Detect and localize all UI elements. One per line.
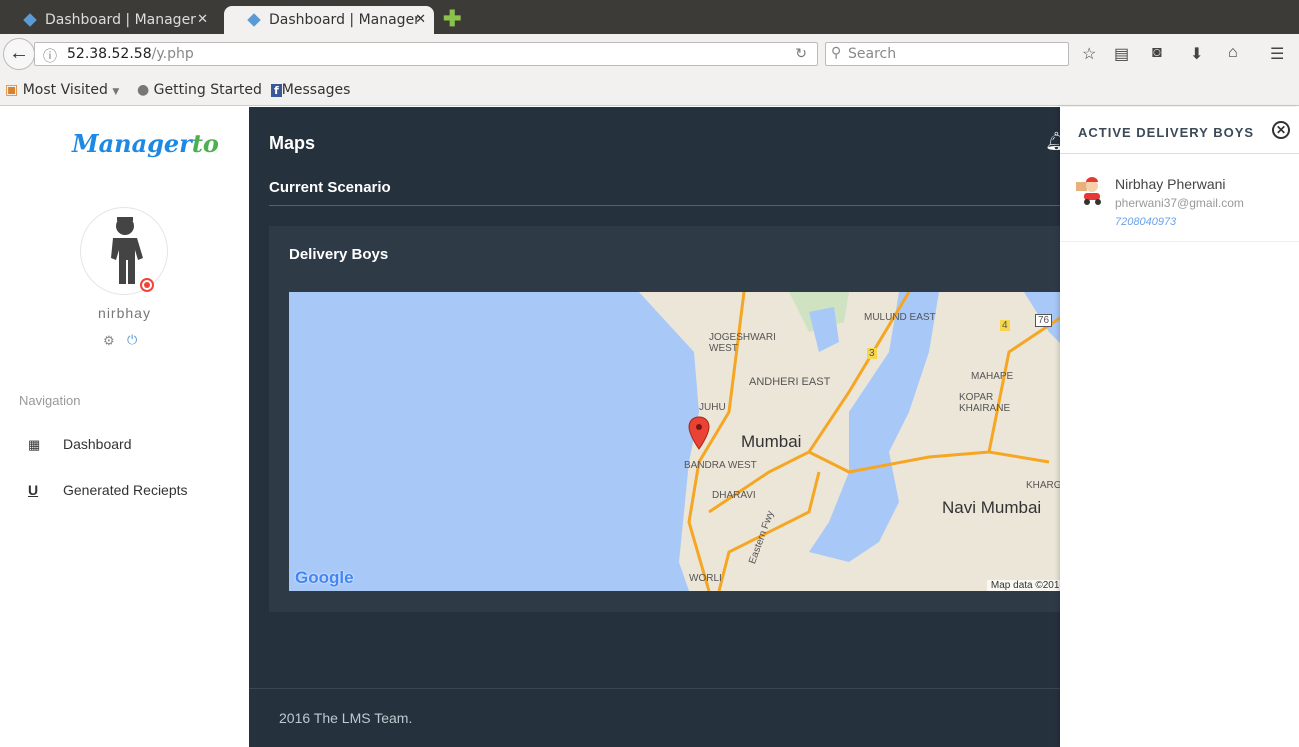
delivery-boy-phone[interactable]: 7208040973 — [1115, 216, 1176, 228]
footer: 2016 The LMS Team. — [249, 688, 1060, 747]
map-land — [639, 292, 1069, 591]
close-icon[interactable]: ✕ — [1272, 121, 1290, 139]
search-input[interactable]: ⚲ Search — [825, 42, 1069, 66]
username: nirbhay — [98, 305, 151, 321]
map-pin-icon[interactable] — [688, 416, 710, 450]
map-label: KOPAR KHAIRANE — [959, 392, 1011, 414]
close-tab-icon[interactable]: ✕ — [415, 12, 426, 27]
tab-label: Dashboard | Manager — [45, 12, 196, 28]
avatar — [80, 207, 168, 295]
sidebar-item-label: Generated Reciepts — [63, 482, 188, 498]
active-delivery-panel: ACTIVE DELIVERY BOYS ✕ Nirbhay Pherwani … — [1060, 107, 1299, 747]
map[interactable]: JOGESHWARI WEST MULUND EAST ANDHERI EAST … — [289, 292, 1069, 591]
url-host: 52.38.52.58 — [67, 46, 152, 62]
person-icon — [111, 217, 143, 284]
section-title: Current Scenario — [269, 179, 391, 196]
sidebar-item-receipts[interactable]: U Generated Reciepts — [28, 482, 188, 498]
delivery-boy-email: pherwani37@gmail.com — [1115, 196, 1244, 210]
dropdown-icon: ▼ — [112, 87, 120, 97]
divider — [269, 205, 1060, 206]
pocket-icon[interactable]: ◙ — [1152, 44, 1162, 62]
bookmark-most-visited[interactable]: ▣ Most Visited ▼ — [5, 82, 119, 98]
globe-icon: ● — [137, 82, 150, 98]
bookmark-label: Messages — [281, 82, 351, 98]
folder-icon: ▣ — [5, 82, 19, 98]
list-item[interactable]: Nirbhay Pherwani pherwani37@gmail.com 72… — [1060, 154, 1299, 242]
logo-text-accent: to — [191, 129, 219, 158]
u-icon: U — [28, 482, 39, 498]
road-badge: 76 — [1035, 314, 1053, 327]
menu-icon[interactable]: ☰ — [1270, 44, 1284, 64]
home-icon[interactable]: ⌂ — [1228, 44, 1238, 62]
tab-2[interactable]: Dashboard | Manager ✕ — [224, 6, 434, 34]
settings-icon[interactable]: ⚙ — [103, 333, 115, 349]
sidebar: Managerto nirbhay ⚙ ⏻ Navigation ▦ Dashbo… — [0, 107, 249, 747]
card-title: Delivery Boys — [289, 246, 389, 263]
star-icon[interactable]: ☆ — [1082, 44, 1096, 64]
road-badge: 3 — [867, 348, 877, 359]
bookmark-getting-started[interactable]: ● Getting Started — [137, 82, 262, 98]
map-label: MAHAPE — [971, 371, 1014, 382]
map-label: MULUND EAST — [864, 312, 936, 323]
map-label: ANDHERI EAST — [749, 376, 831, 388]
facebook-icon: f — [271, 84, 282, 97]
page-title: Maps — [269, 133, 316, 153]
tab-1[interactable]: Dashboard | Manager ✕ — [0, 6, 208, 34]
search-icon: ⚲ — [831, 45, 842, 61]
bookmarks-bar: ▣ Most Visited ▼ ● Getting Started f Mess… — [0, 74, 1299, 106]
search-placeholder: Search — [848, 46, 897, 62]
bookmark-label: Getting Started — [153, 82, 262, 98]
google-logo: Google — [295, 568, 354, 587]
nav-heading: Navigation — [19, 393, 81, 408]
map-card: Delivery Boys JOGESHWARI WEST MULUND EAST… — [269, 226, 1069, 612]
bookmark-label: Most Visited — [22, 82, 108, 98]
close-tab-icon[interactable]: ✕ — [197, 12, 208, 27]
url-bar[interactable]: ⓘ 52.38.52.58/y.php ↻ — [34, 42, 818, 66]
panel-title: ACTIVE DELIVERY BOYS — [1078, 125, 1255, 140]
sidebar-item-label: Dashboard — [63, 436, 132, 452]
map-label: JUHU — [699, 402, 726, 413]
tab-label: Dashboard | Manager — [269, 12, 420, 28]
map-label: WORLI — [689, 573, 722, 584]
layers-icon — [247, 13, 261, 27]
grid-icon: ▦ — [28, 437, 41, 452]
map-label: KHARG — [1026, 480, 1062, 491]
bookmark-messages[interactable]: f Messages — [271, 82, 350, 98]
map-label: JOGESHWARI WEST — [709, 332, 776, 354]
map-label: BANDRA WEST — [684, 460, 757, 471]
delivery-boy-icon — [1076, 177, 1101, 205]
main-content: Maps 🔔︎ Current Scenario Delivery Boys J… — [249, 107, 1069, 747]
sidebar-item-dashboard[interactable]: ▦ Dashboard — [28, 436, 132, 453]
reading-list-icon[interactable]: ▤ — [1114, 44, 1129, 64]
map-label: Navi Mumbai — [942, 498, 1042, 517]
power-icon[interactable]: ⏻ — [127, 332, 137, 348]
status-indicator — [140, 278, 154, 292]
download-icon[interactable]: ⬇ — [1190, 44, 1203, 64]
info-icon: ⓘ — [43, 49, 57, 65]
logo[interactable]: Managerto — [72, 129, 219, 158]
map-label: Mumbai — [741, 432, 802, 451]
tab-bar: Dashboard | Manager ✕ Dashboard | Manager… — [0, 0, 1299, 34]
nav-bar: ⓘ 52.38.52.58/y.php ↻ ← ⚲ Search ☆ ▤ ◙ ⬇ ⌂ … — [0, 34, 1299, 74]
url-path: /y.php — [151, 46, 194, 62]
delivery-boy-name: Nirbhay Pherwani — [1115, 176, 1226, 192]
layers-icon — [23, 13, 37, 27]
new-tab-icon[interactable]: ✚ — [443, 6, 461, 32]
reload-icon[interactable]: ↻ — [795, 46, 807, 62]
road-badge: 4 — [1000, 320, 1010, 331]
map-label: DHARAVI — [712, 490, 756, 501]
back-button[interactable]: ← — [3, 38, 35, 70]
map-attribution[interactable]: Map data ©2016 — [986, 580, 1069, 591]
logo-text: Manager — [72, 129, 192, 158]
